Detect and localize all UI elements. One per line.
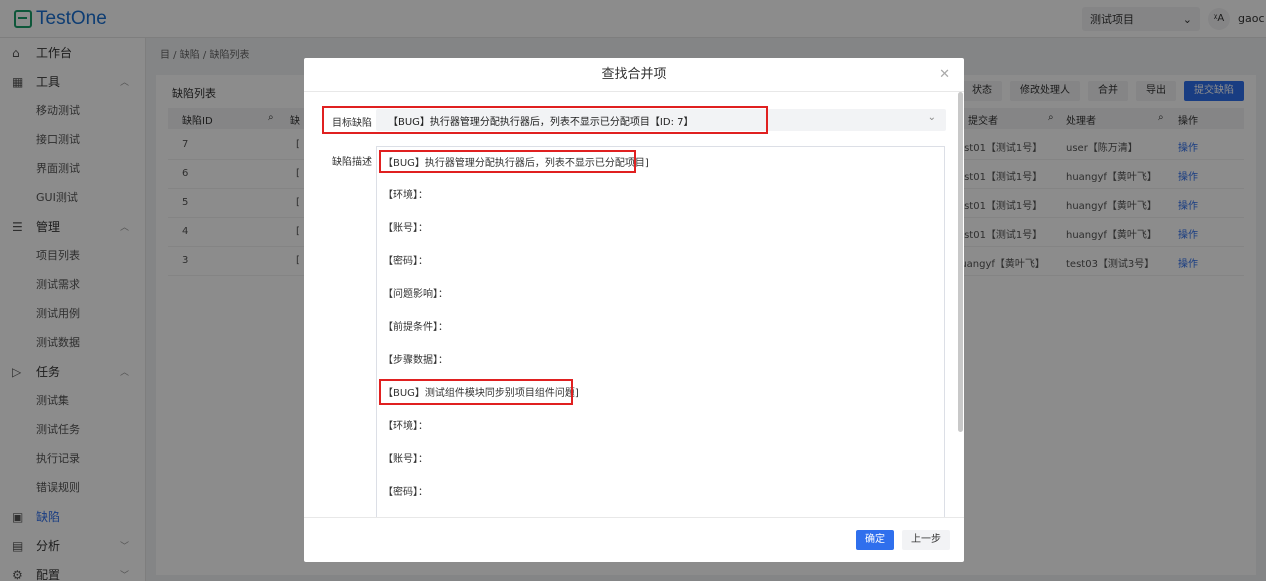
description-line: 【环境】：: [383, 190, 428, 201]
description-line: 【环境】：: [383, 421, 428, 432]
highlight-box: [379, 150, 636, 173]
description-line: 【密码】：: [383, 487, 428, 498]
confirm-button[interactable]: 确定: [856, 530, 894, 550]
description-line: 【账号】：: [383, 454, 428, 465]
previous-step-button[interactable]: 上一步: [902, 530, 950, 550]
close-icon[interactable]: ✕: [939, 67, 950, 82]
dialog-footer: 确定 上一步: [304, 517, 964, 562]
description-line: 【问题影响】：: [383, 289, 448, 300]
description-line: 【密码】：: [383, 256, 428, 267]
highlight-box: [379, 379, 573, 405]
merge-dialog: 查找合并项 ✕ 目标缺陷 【BUG】执行器管理分配执行器后，列表不显示已分配项目…: [304, 58, 964, 562]
description-line: 【账号】：: [383, 223, 428, 234]
dialog-title: 查找合并项: [304, 58, 964, 92]
bug-description-label: 缺陷描述: [332, 157, 372, 168]
dialog-scrollbar[interactable]: [958, 92, 963, 432]
bug-description-textarea[interactable]: 【BUG】执行器管理分配执行器后，列表不显示已分配项目] 【环境】： 【账号】：…: [376, 146, 945, 518]
highlight-box: [322, 106, 768, 134]
chevron-down-icon: ⌄: [927, 112, 936, 123]
description-line: 【前提条件】：: [383, 322, 448, 333]
description-line: 【步骤数据】：: [383, 355, 448, 366]
